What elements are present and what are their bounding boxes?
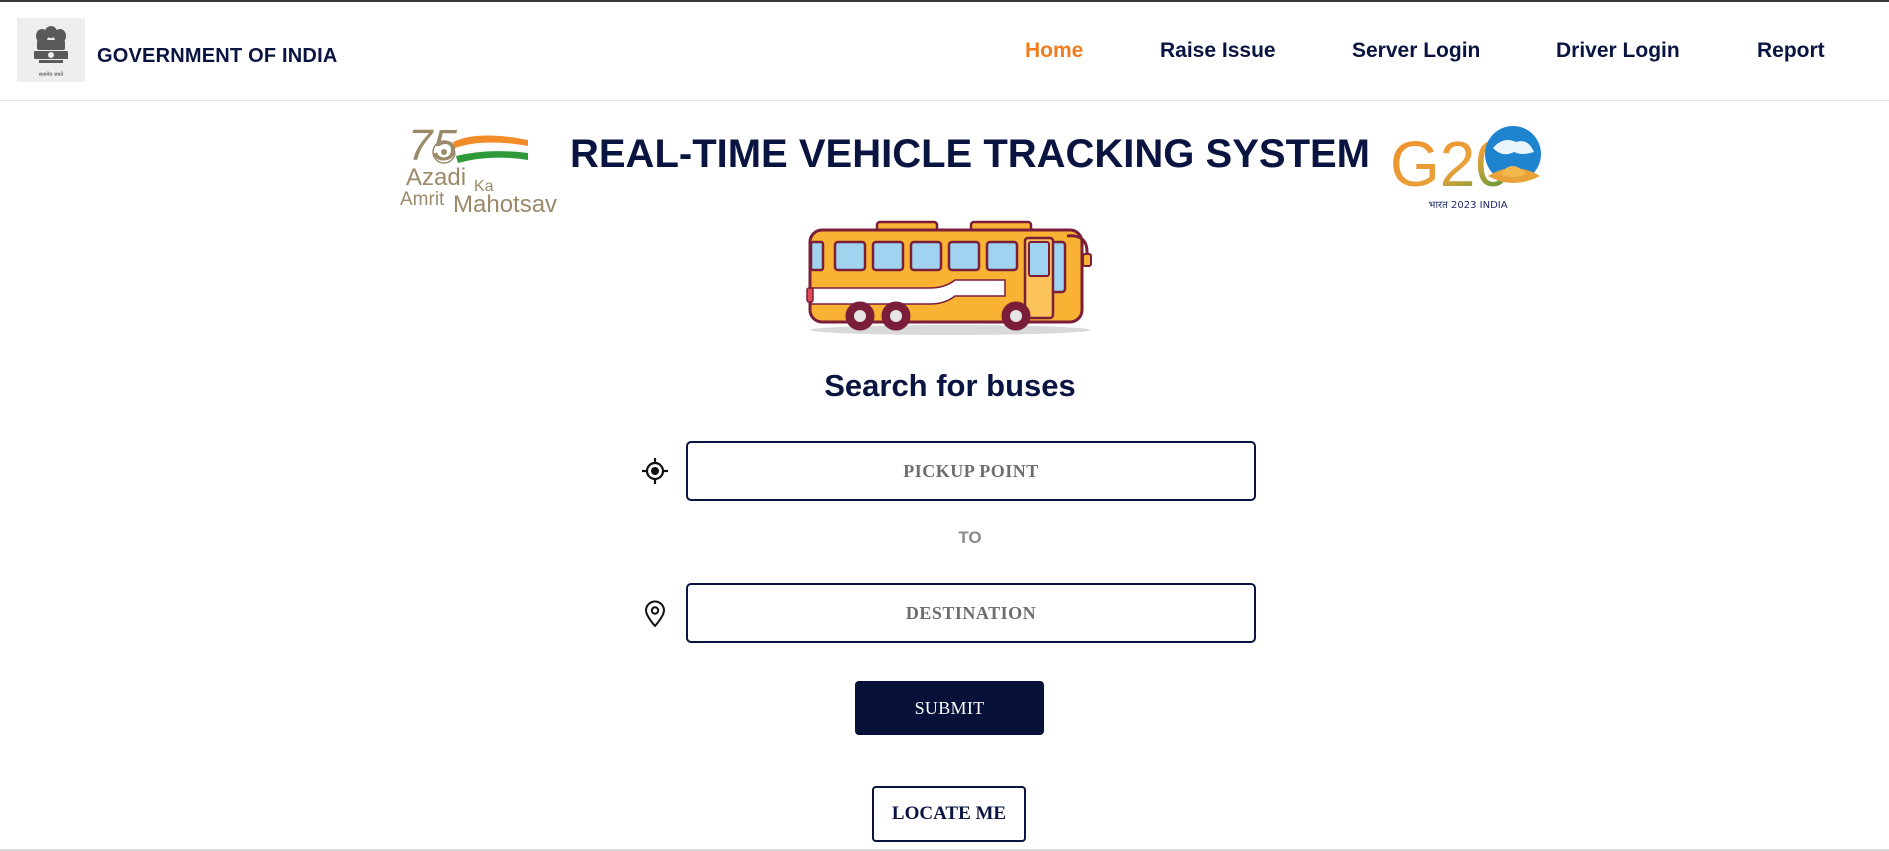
destination-input[interactable] [686,583,1256,643]
azadi-ka-amrit-mahotsav-logo: 75 Azadi Ka Amrit Mahotsav [398,120,563,218]
map-pin-icon [641,600,669,628]
nav-home[interactable]: Home [1025,39,1083,63]
search-heading: Search for buses [824,368,1076,403]
emblem-caption: सत्यमेव जयते [39,71,64,78]
locate-me-button[interactable]: LOCATE ME [872,786,1026,842]
svg-text:Azadi: Azadi [406,164,466,191]
svg-text:Amrit: Amrit [400,189,445,210]
nav-driver-login[interactable]: Driver Login [1556,39,1680,63]
brand-title: GOVERNMENT OF INDIA [97,45,338,67]
nav-report[interactable]: Report [1757,39,1825,63]
page-title: REAL-TIME VEHICLE TRACKING SYSTEM [569,132,1371,176]
nav-raise-issue[interactable]: Raise Issue [1160,39,1276,63]
svg-text:Mahotsav: Mahotsav [453,191,557,215]
to-label: TO [958,528,982,547]
g20-logo: G20 भारत 2023 INDIA [1388,120,1548,215]
submit-button[interactable]: SUBMIT [855,681,1044,735]
national-emblem-icon[interactable]: सत्यमेव जयते [17,18,85,82]
crosshair-location-icon[interactable] [641,457,669,485]
site-header: सत्यमेव जयते GOVERNMENT OF INDIA Home Ra… [0,2,1889,101]
svg-text:75: 75 [408,121,457,170]
svg-text:भारत 2023 INDIA: भारत 2023 INDIA [1428,200,1507,211]
pickup-point-input[interactable] [686,441,1256,501]
nav-server-login[interactable]: Server Login [1352,39,1480,63]
bus-icon [805,218,1095,338]
